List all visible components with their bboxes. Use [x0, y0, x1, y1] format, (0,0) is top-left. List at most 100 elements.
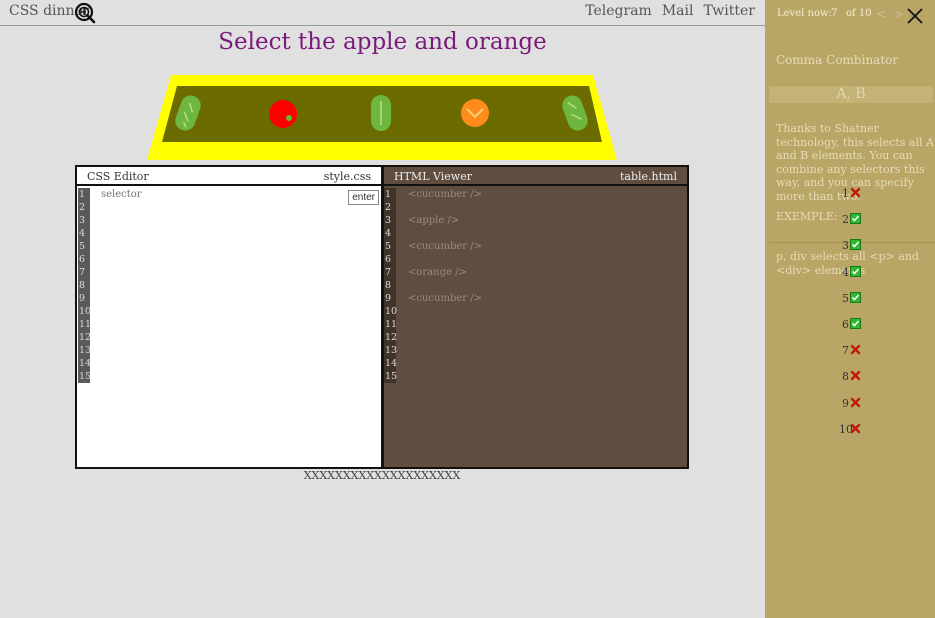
- cross-icon: [850, 187, 861, 198]
- cross-icon: [850, 371, 861, 381]
- line-number: 5: [79, 241, 86, 252]
- css-editor-title: CSS Editor: [87, 170, 149, 183]
- line-number: 12: [385, 332, 398, 343]
- level-number: 10: [839, 422, 853, 436]
- logo-icon[interactable]: [74, 2, 96, 24]
- code-line[interactable]: <cucumber />: [408, 292, 482, 305]
- line-number: 13: [79, 345, 92, 356]
- level-item-4[interactable]: 4: [839, 265, 861, 280]
- example-label: EXEMPLE:: [776, 210, 838, 223]
- selector-name: A, B: [769, 86, 933, 103]
- level-current: 7: [831, 8, 838, 19]
- line-number: 2: [79, 202, 86, 213]
- line-number: 10: [79, 306, 92, 317]
- level-number: 8: [842, 370, 849, 384]
- dinner-table: [147, 75, 617, 160]
- level-item-7[interactable]: 7: [839, 344, 861, 358]
- line-number: 4: [79, 228, 86, 239]
- line-number: 3: [79, 215, 86, 226]
- level-number: 3: [842, 239, 849, 253]
- level-nav: < >: [876, 7, 906, 21]
- level-label: Level now:: [777, 8, 832, 19]
- twitter-link[interactable]: Twitter: [703, 3, 755, 19]
- check-icon: [850, 213, 861, 225]
- line-number: 13: [385, 345, 398, 356]
- top-links: Telegram Mail Twitter: [585, 3, 755, 19]
- line-number: 6: [79, 254, 86, 265]
- line-number: 7: [79, 267, 86, 278]
- check-icon: [850, 265, 861, 277]
- html-line-numbers: 1 2 3 4 5 6 7 8 9 10 11 12 13 14 15: [384, 188, 398, 383]
- line-number: 9: [79, 293, 86, 304]
- apple[interactable]: [269, 100, 297, 128]
- code-line[interactable]: <orange />: [408, 266, 482, 279]
- line-number: 5: [385, 241, 392, 252]
- level-number: 1: [842, 187, 849, 200]
- line-number: 2: [385, 202, 392, 213]
- level-number: 9: [842, 396, 849, 410]
- css-line-numbers: 1 2 3 4 5 6 7 8 9 10 11 12 13 14 15: [78, 188, 92, 383]
- line-number: 15: [79, 371, 92, 382]
- hint-caption: XXXXXXXXXXXXXXXXXXXX: [303, 469, 461, 482]
- telegram-link[interactable]: Telegram: [585, 3, 652, 19]
- line-number: 4: [385, 228, 392, 239]
- level-item-5[interactable]: 5: [839, 291, 861, 306]
- line-number: 9: [385, 293, 392, 304]
- level-item-1[interactable]: 1: [839, 187, 861, 201]
- prev-level-button[interactable]: <: [876, 7, 888, 21]
- css-editor: CSS Editor style.css 1 2 3 4 5 6 7 8 9 10 11 12 13 14…: [77, 167, 381, 467]
- css-editor-filename: style.css: [323, 170, 371, 183]
- level-number: 4: [842, 265, 849, 279]
- check-icon: [850, 291, 861, 303]
- line-number: 12: [79, 332, 92, 343]
- line-number: 1: [79, 189, 86, 200]
- close-icon[interactable]: [905, 6, 925, 26]
- html-viewer-title: HTML Viewer: [394, 170, 472, 183]
- line-number: 6: [385, 254, 392, 265]
- line-number: 14: [79, 358, 92, 369]
- cucumber-2[interactable]: [371, 95, 391, 131]
- enter-button[interactable]: enter: [348, 190, 379, 205]
- code-line[interactable]: <cucumber />: [408, 188, 482, 201]
- line-number: 10: [385, 306, 398, 317]
- orange[interactable]: [461, 99, 489, 127]
- css-editor-header: CSS Editor style.css: [77, 167, 381, 186]
- level-item-2[interactable]: 2: [839, 213, 861, 227]
- level-item-10[interactable]: 10: [839, 423, 861, 437]
- check-icon: [850, 239, 861, 251]
- level-item-9[interactable]: 9: [839, 397, 861, 411]
- selector-input[interactable]: [101, 188, 341, 201]
- line-number: 8: [79, 280, 86, 291]
- editor-panels: CSS Editor style.css 1 2 3 4 5 6 7 8 9 10 11 12 13 14…: [75, 165, 689, 469]
- line-number: 1: [385, 189, 392, 200]
- level-item-3[interactable]: 3: [839, 239, 861, 253]
- level-number: 5: [842, 291, 849, 305]
- code-line[interactable]: <apple />: [408, 214, 482, 227]
- level-item-8[interactable]: 8: [839, 370, 861, 384]
- level-number: 6: [842, 318, 849, 331]
- code-line[interactable]: <cucumber />: [408, 240, 482, 253]
- top-bar: CSS dinner Telegram Mail Twitter: [0, 0, 765, 26]
- lesson-title: Comma Combinator: [776, 53, 899, 67]
- line-number: 15: [385, 371, 398, 382]
- mail-link[interactable]: Mail: [662, 3, 694, 19]
- html-viewer: HTML Viewer table.html 1 2 3 4 5 6 7 8 9 10 11 12 13…: [384, 167, 687, 467]
- line-number: 11: [79, 319, 92, 330]
- check-icon: [850, 318, 861, 329]
- html-code: <cucumber /> <apple /> <cucumber /> <orange…: [408, 188, 482, 383]
- line-number: 14: [385, 358, 398, 369]
- line-number: 7: [385, 267, 392, 278]
- level-item-6[interactable]: 6: [839, 318, 861, 332]
- line-number: 11: [385, 319, 398, 330]
- line-number: 3: [385, 215, 392, 226]
- line-number: 8: [385, 280, 392, 291]
